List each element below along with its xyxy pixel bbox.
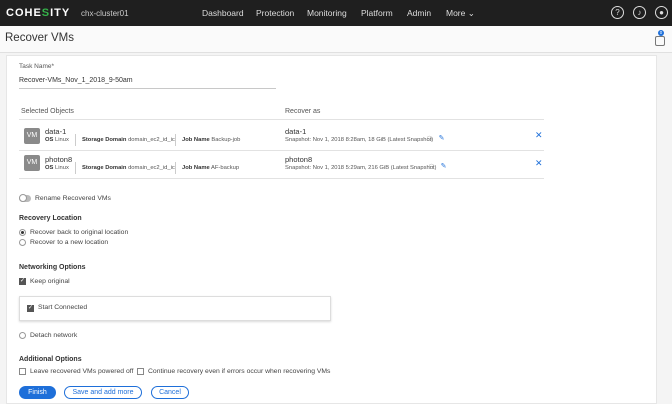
new-location-label: Recover to a new location [30,239,109,246]
edit-icon[interactable]: ✎ [439,163,448,171]
recovery-location-heading: Recovery Location [19,215,82,222]
keep-original-checkbox[interactable]: ✓ [19,278,26,285]
logo-text: COHE [6,7,42,19]
task-tray-icon[interactable] [655,36,665,46]
sd-label: Storage Domain [82,137,127,143]
meta-separator [75,134,76,146]
help-icon[interactable]: ? [611,6,624,19]
os-label: OS [45,137,54,143]
nav-dashboard[interactable]: Dashboard [202,8,244,18]
job-name: Job Name AF-backup [182,165,239,171]
sd-value: domain_ec2_id_ic [128,137,175,143]
user-options-icon[interactable]: ⚇ [427,164,436,172]
detach-network-label: Detach network [30,332,78,339]
additional-options-heading: Additional Options [19,356,82,363]
networking-heading: Networking Options [19,264,86,271]
job-label: Job Name [182,137,210,143]
cohesity-logo[interactable]: COHESITY [6,7,70,19]
storage-domain: Storage Domain domain_ec2_id_ic [82,137,175,143]
edit-icon[interactable]: ✎ [437,135,446,143]
finish-button[interactable]: Finish [19,386,56,399]
radio-original-location[interactable] [19,229,26,236]
row-divider [19,178,544,179]
rename-toggle-knob [19,194,27,202]
os-value: Linux [55,165,69,171]
remove-object-icon[interactable]: ✕ [535,158,543,169]
user-options-icon[interactable]: ⚇ [425,136,434,144]
leave-powered-off-label: Leave recovered VMs powered off [30,368,134,375]
cancel-button[interactable]: Cancel [151,386,189,399]
nav-admin[interactable]: Admin [407,8,431,18]
cluster-name[interactable]: chx-cluster01 [81,9,129,18]
meta-separator [175,162,176,174]
top-navigation: COHESITY chx-cluster01 Dashboard Protect… [0,0,672,26]
start-connected-label: Start Connected [38,304,88,311]
radio-new-location[interactable] [19,239,26,246]
os-label: OS [45,165,54,171]
sd-label: Storage Domain [82,165,127,171]
nav-platform[interactable]: Platform [361,8,393,18]
recover-as-header: Recover as [285,108,321,115]
save-and-add-more-button[interactable]: Save and add more [64,386,142,399]
start-connected-checkbox[interactable]: ✓ [27,305,34,312]
os-value: Linux [55,137,69,143]
nav-more-label: More [446,8,466,18]
nav-more[interactable]: More ⌄ [446,8,475,19]
object-name: data-1 [45,127,67,136]
job-value: AF-backup [211,165,240,171]
continue-recovery-label: Continue recovery even if errors occur w… [148,368,331,375]
nav-monitoring[interactable]: Monitoring [307,8,347,18]
continue-recovery-checkbox[interactable] [137,368,144,375]
task-name-input[interactable]: Recover-VMs_Nov_1_2018_9-50am [19,77,133,84]
job-value: Backup-job [211,137,241,143]
recover-name: photon8 [285,155,313,164]
job-name: Job Name Backup-job [182,137,240,143]
vm-icon: VM [24,155,40,171]
page-title: Recover VMs [5,32,75,44]
notification-badge: 0 [658,30,664,36]
meta-separator [175,134,176,146]
job-label: Job Name [182,165,210,171]
snapshot-info: Snapshot: Nov 1, 2018 5:29am, 216 GiB (L… [285,165,437,171]
chevron-down-icon: ⌄ [467,8,475,18]
nav-protection[interactable]: Protection [256,8,294,18]
remove-object-icon[interactable]: ✕ [535,130,543,141]
logo-accent: S [41,7,51,19]
row-divider [19,150,544,151]
object-meta: OS Linux [45,137,69,143]
sd-value: domain_ec2_id_ic [128,165,175,171]
user-icon[interactable]: ● [655,6,668,19]
logo-text-rest: ITY [50,7,71,19]
snapshot-info: Snapshot: Nov 1, 2018 8:28am, 18 GiB (La… [285,137,434,143]
meta-separator [75,162,76,174]
object-meta: OS Linux [45,165,69,171]
task-name-underline [19,88,276,89]
bell-icon[interactable]: ♪ [633,6,646,19]
vm-icon: VM [24,128,40,144]
original-location-label: Recover back to original location [30,229,129,236]
radio-detach-network[interactable] [19,332,26,339]
header-divider [19,119,544,120]
selected-objects-header: Selected Objects [21,108,74,115]
recover-name: data-1 [285,127,307,136]
leave-powered-off-checkbox[interactable] [19,368,26,375]
keep-original-label: Keep original [30,278,70,285]
task-name-label: Task Name* [19,63,55,70]
storage-domain: Storage Domain domain_ec2_id_ic [82,165,175,171]
object-name: photon8 [45,155,73,164]
rename-label: Rename Recovered VMs [35,195,111,202]
title-bar [0,26,672,53]
